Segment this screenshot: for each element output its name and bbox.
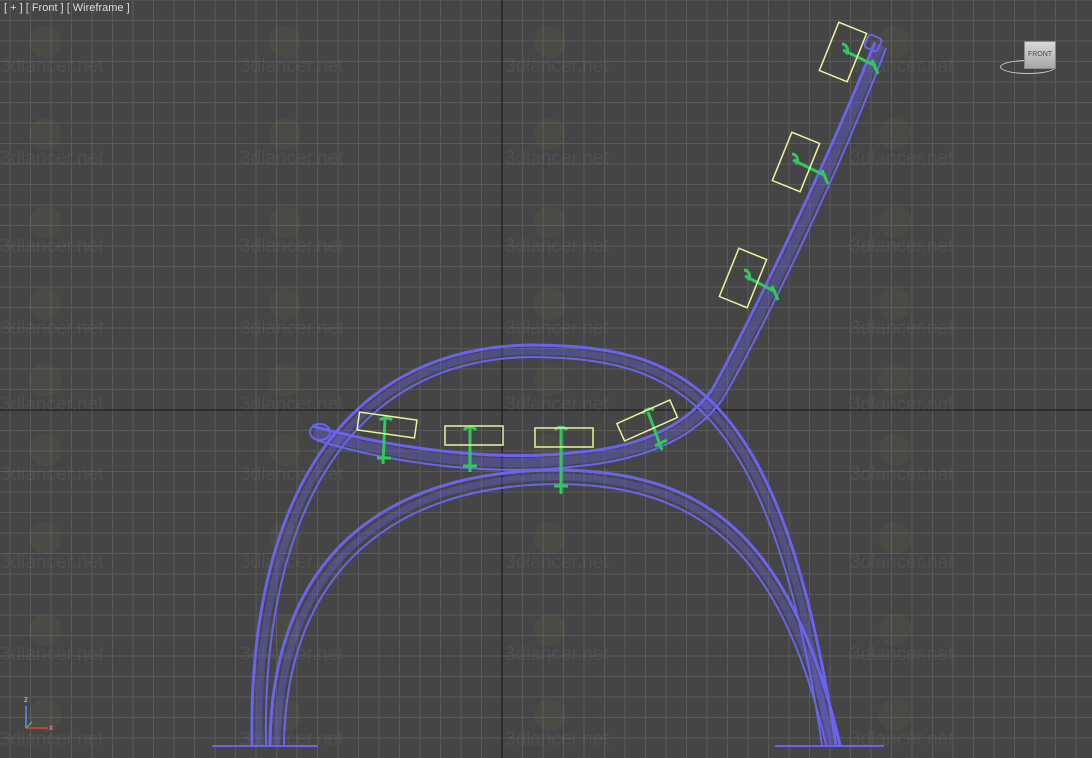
watermark-logo-icon bbox=[29, 522, 61, 554]
watermark-logo-icon bbox=[534, 699, 566, 731]
viewcube[interactable]: FRONT bbox=[1000, 38, 1056, 78]
watermark-logo-icon bbox=[534, 614, 566, 646]
watermark-logo-icon bbox=[879, 699, 911, 731]
watermark-text: 3dlancer.net bbox=[850, 148, 954, 169]
watermark-text: 3dlancer.net bbox=[850, 644, 954, 665]
watermark-logo-icon bbox=[29, 206, 61, 238]
viewport-scene: 3dlancer.net 3dlancer.net 3dlancer.net 3dla… bbox=[0, 0, 1092, 758]
watermark-logo-icon bbox=[534, 364, 566, 396]
watermark-text: 3dlancer.net bbox=[0, 148, 104, 169]
watermark-logo-icon bbox=[879, 614, 911, 646]
watermark-text: 3dlancer.net bbox=[240, 394, 344, 415]
front-viewport[interactable]: 3dlancer.net 3dlancer.net 3dlancer.net 3dla… bbox=[0, 0, 1092, 758]
viewcube-front-face[interactable]: FRONT bbox=[1024, 41, 1056, 69]
axis-tripod: z x bbox=[18, 692, 62, 736]
watermark-text: 3dlancer.net bbox=[850, 464, 954, 485]
watermark-logo-icon bbox=[879, 522, 911, 554]
watermark-text: 3dlancer.net bbox=[240, 148, 344, 169]
viewport-menu-plus[interactable]: [ + ] bbox=[4, 2, 23, 14]
watermark-logo-icon bbox=[879, 364, 911, 396]
viewport-shading-mode[interactable]: [ Wireframe ] bbox=[67, 2, 130, 14]
bolt-seat-2 bbox=[462, 425, 478, 472]
watermark-logo-icon bbox=[269, 434, 301, 466]
watermark-text: 3dlancer.net bbox=[240, 318, 344, 339]
watermark-text: 3dlancer.net bbox=[0, 464, 104, 485]
axis-x-label: x bbox=[49, 723, 53, 732]
watermark-text: 3dlancer.net bbox=[850, 236, 954, 257]
watermark-logo-icon bbox=[269, 206, 301, 238]
watermark-text: 3dlancer.net bbox=[850, 318, 954, 339]
watermark-text: 3dlancer.net bbox=[505, 318, 609, 339]
watermark-logo-icon bbox=[879, 434, 911, 466]
watermark-text: 3dlancer.net bbox=[0, 552, 104, 573]
viewport-label: [ + ] [ Front ] [ Wireframe ] bbox=[4, 2, 130, 14]
watermark-text: 3dlancer.net bbox=[0, 56, 104, 77]
watermark-text: 3dlancer.net bbox=[505, 552, 609, 573]
viewport-point-of-view[interactable]: [ Front ] bbox=[26, 2, 64, 14]
watermark-text: 3dlancer.net bbox=[850, 552, 954, 573]
watermark-logo-icon bbox=[534, 26, 566, 58]
watermark-text: 3dlancer.net bbox=[240, 236, 344, 257]
axis-z-label: z bbox=[24, 695, 28, 704]
watermark-logo-icon bbox=[534, 288, 566, 320]
watermark-text: 3dlancer.net bbox=[505, 236, 609, 257]
watermark-logo-icon bbox=[29, 118, 61, 150]
watermark-text: 3dlancer.net bbox=[0, 394, 104, 415]
watermark-text: 3dlancer.net bbox=[505, 56, 609, 77]
watermark-text: 3dlancer.net bbox=[505, 729, 609, 750]
watermark-logo-icon bbox=[879, 288, 911, 320]
watermark-logo-icon bbox=[534, 522, 566, 554]
watermark-text: 3dlancer.net bbox=[850, 394, 954, 415]
watermark-logo-icon bbox=[534, 118, 566, 150]
watermark-logo-icon bbox=[29, 434, 61, 466]
watermark-logo-icon bbox=[269, 118, 301, 150]
watermark-text: 3dlancer.net bbox=[240, 56, 344, 77]
watermark-logo-icon bbox=[29, 288, 61, 320]
watermark-text: 3dlancer.net bbox=[0, 236, 104, 257]
watermark-logo-icon bbox=[29, 364, 61, 396]
watermark-logo-icon bbox=[879, 118, 911, 150]
watermark-text: 3dlancer.net bbox=[0, 318, 104, 339]
watermark-logo-icon bbox=[269, 26, 301, 58]
watermark-text: 3dlancer.net bbox=[505, 148, 609, 169]
watermark-logo-icon bbox=[269, 288, 301, 320]
seat-slat-1 bbox=[356, 411, 418, 439]
watermark-logo-icon bbox=[534, 206, 566, 238]
watermark-text: 3dlancer.net bbox=[505, 394, 609, 415]
watermark-logo-icon bbox=[879, 206, 911, 238]
watermark-logo-icon bbox=[269, 364, 301, 396]
watermark-logo-icon bbox=[29, 26, 61, 58]
watermark-logo-icon bbox=[29, 614, 61, 646]
watermark-text: 3dlancer.net bbox=[0, 644, 104, 665]
watermark-text: 3dlancer.net bbox=[505, 644, 609, 665]
